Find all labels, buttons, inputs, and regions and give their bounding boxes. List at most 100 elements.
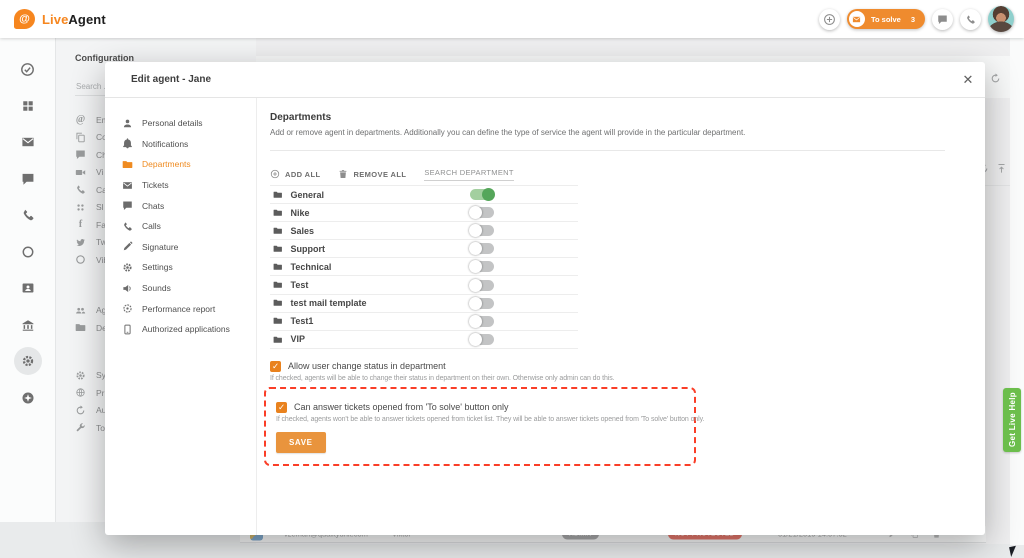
- topbar-actions: To solve 3: [819, 6, 1014, 32]
- department-toggle[interactable]: [470, 280, 494, 291]
- modal-nav-chats[interactable]: Chats: [105, 195, 256, 216]
- settings-gear-icon: [21, 354, 35, 368]
- system-gear-icon: [75, 370, 86, 381]
- left-icon-rail: [0, 38, 56, 522]
- pen-icon: [122, 241, 133, 252]
- rail-company-button[interactable]: [14, 311, 42, 339]
- highlight-annotation: Can answer tickets opened from 'To solve…: [264, 387, 696, 466]
- to-solve-only-checkbox[interactable]: [276, 402, 287, 413]
- modal-nav: Personal details Notifications Departmen…: [105, 98, 257, 535]
- department-toggle[interactable]: [470, 189, 494, 200]
- close-icon[interactable]: ✕: [959, 71, 977, 89]
- department-row-sales: Sales: [270, 222, 578, 240]
- toggle-knob: [469, 315, 482, 328]
- brand-text: LiveAgent: [42, 12, 106, 27]
- to-solve-button[interactable]: To solve 3: [847, 9, 925, 29]
- toggle-knob: [469, 206, 482, 219]
- search-department-input[interactable]: [424, 168, 514, 181]
- modal-nav-departments[interactable]: Departments: [105, 154, 256, 175]
- rail-addons-button[interactable]: [14, 384, 42, 412]
- allow-status-label: Allow user change status in department: [288, 361, 446, 371]
- time-ring-icon: [21, 245, 35, 259]
- modal-nav-notifications[interactable]: Notifications: [105, 134, 256, 155]
- section-description: Add or remove agent in departments. Addi…: [270, 128, 945, 137]
- to-solve-only-description: If checked, agents won't be able to answ…: [276, 416, 684, 423]
- tasks-check-icon: [20, 62, 35, 77]
- modal-nav-sounds[interactable]: Sounds: [105, 278, 256, 299]
- rail-contacts-button[interactable]: [14, 274, 42, 302]
- calls-icon: [21, 208, 35, 222]
- modal-nav-calls[interactable]: Calls: [105, 216, 256, 237]
- rail-settings-button[interactable]: [14, 347, 42, 375]
- department-toggle[interactable]: [470, 298, 494, 309]
- modal-body: Personal details Notifications Departmen…: [105, 98, 985, 535]
- liveagent-app: @ LiveAgent To solve 3 Configuration: [0, 0, 1024, 558]
- allow-status-checkbox[interactable]: [270, 361, 281, 372]
- chat-icon: [122, 200, 133, 211]
- toggle-knob: [469, 260, 482, 273]
- widget-icon: [75, 132, 86, 143]
- refresh-button[interactable]: [990, 73, 1001, 84]
- modal-nav-authorized-applications[interactable]: Authorized applications: [105, 319, 256, 340]
- add-new-button[interactable]: [819, 9, 840, 30]
- mobile-icon: [122, 324, 133, 335]
- department-toggle[interactable]: [470, 261, 494, 272]
- allow-status-description: If checked, agents will be able to chang…: [270, 375, 945, 382]
- department-row-vip: VIP: [270, 331, 578, 349]
- remove-all-button[interactable]: REMOVE ALL: [338, 169, 406, 179]
- rail-calls-button[interactable]: [14, 201, 42, 229]
- dashboard-grid-icon: [21, 99, 35, 113]
- slack-icon: [75, 202, 86, 213]
- department-toggle[interactable]: [470, 207, 494, 218]
- video-icon: [75, 167, 86, 178]
- modal-nav-personal-details[interactable]: Personal details: [105, 113, 256, 134]
- folder-icon: [273, 298, 283, 308]
- folder-icon: [273, 190, 283, 200]
- mail-icon: [21, 135, 35, 149]
- modal-nav-settings[interactable]: Settings: [105, 257, 256, 278]
- trash-icon: [338, 169, 348, 179]
- top-header: @ LiveAgent To solve 3: [0, 0, 1024, 38]
- edit-agent-modal: Edit agent - Jane ✕ Personal details Not…: [105, 62, 985, 535]
- user-avatar[interactable]: [988, 6, 1014, 32]
- modal-nav-signature[interactable]: Signature: [105, 237, 256, 258]
- add-all-button[interactable]: ADD ALL: [270, 169, 320, 179]
- to-solve-only-checkbox-row: Can answer tickets opened from 'To solve…: [276, 402, 684, 413]
- rail-tasks-button[interactable]: [14, 55, 42, 83]
- rail-tickets-button[interactable]: [14, 128, 42, 156]
- department-toggle[interactable]: [470, 334, 494, 345]
- facebook-icon: f: [75, 219, 86, 230]
- department-row-general: General: [270, 186, 578, 204]
- to-solve-only-label: Can answer tickets opened from 'To solve…: [294, 402, 509, 412]
- save-button[interactable]: SAVE: [276, 432, 326, 453]
- departments-list: General Nike Sales Support Technical Tes…: [270, 185, 578, 349]
- gear-icon: [122, 262, 133, 273]
- liveagent-logo[interactable]: @ LiveAgent: [14, 9, 106, 29]
- speaker-icon: [122, 283, 133, 294]
- import-button[interactable]: [996, 163, 1007, 174]
- department-row-test-mail-template: test mail template: [270, 295, 578, 313]
- calls-button[interactable]: [960, 9, 981, 30]
- toggle-knob: [469, 224, 482, 237]
- rail-dashboard-button[interactable]: [14, 92, 42, 120]
- rail-time-button[interactable]: [14, 238, 42, 266]
- modal-header: Edit agent - Jane ✕: [105, 62, 985, 98]
- chats-icon: [21, 172, 35, 186]
- departments-folder-icon: [75, 322, 86, 333]
- right-gutter: [1010, 38, 1024, 545]
- get-live-help-label: Get Live Help: [1008, 392, 1017, 447]
- phone-icon: [75, 184, 86, 195]
- rail-chats-button[interactable]: [14, 165, 42, 193]
- department-toggle[interactable]: [470, 316, 494, 327]
- modal-nav-performance-report[interactable]: Performance report: [105, 298, 256, 319]
- folder-icon: [122, 159, 133, 170]
- refresh-icon: [75, 405, 86, 416]
- modal-nav-tickets[interactable]: Tickets: [105, 175, 256, 196]
- liveagent-logo-icon: @: [14, 9, 35, 29]
- get-live-help-tab[interactable]: Get Live Help: [1003, 388, 1021, 452]
- chats-button[interactable]: [932, 9, 953, 30]
- department-toggle[interactable]: [470, 225, 494, 236]
- folder-icon: [273, 335, 283, 345]
- department-toggle[interactable]: [470, 243, 494, 254]
- envelope-icon: [849, 11, 865, 27]
